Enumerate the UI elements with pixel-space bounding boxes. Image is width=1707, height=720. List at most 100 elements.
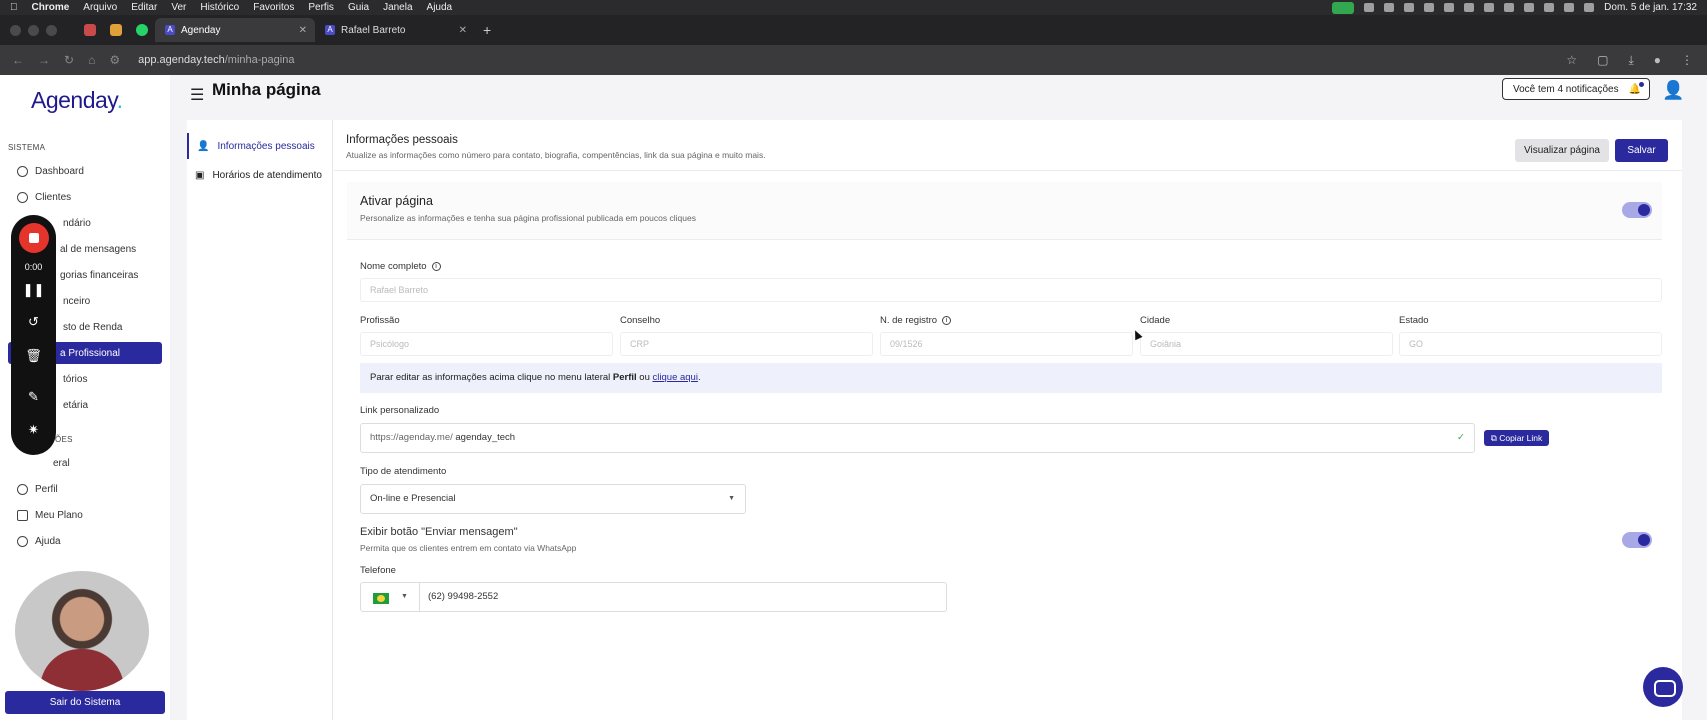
country-chevron-icon[interactable]: ▼	[401, 583, 408, 611]
agenday-app: Agenday. SISTEMA Dashboard Clientes ndár…	[0, 75, 1707, 720]
name-field[interactable]: Rafael Barreto	[360, 278, 1662, 302]
url-domain: app.agenday.tech	[138, 54, 225, 66]
link-label: Link personalizado	[360, 405, 440, 416]
restart-icon[interactable]: ↺	[11, 314, 56, 330]
state-field[interactable]: GO	[1399, 332, 1662, 356]
message-button-toggle[interactable]	[1622, 532, 1652, 548]
close-tab-icon[interactable]: ✕	[459, 25, 467, 36]
volume-icon[interactable]	[1564, 3, 1575, 12]
tab-agenday[interactable]: A Agenday ✕	[155, 18, 315, 42]
brazil-flag-icon[interactable]	[373, 593, 389, 604]
subnav-informacoes-pessoais[interactable]: 👤 Informações pessoais	[187, 133, 333, 159]
registry-field[interactable]: 09/1526	[880, 332, 1133, 356]
sidebar-item-dashboard[interactable]: Dashboard	[8, 160, 162, 182]
close-tab-icon[interactable]: ✕	[299, 25, 307, 36]
bluetooth-icon[interactable]	[1484, 3, 1495, 12]
reload-icon[interactable]: ↻	[64, 53, 74, 67]
home-icon[interactable]: ⌂	[88, 53, 95, 67]
apple-icon[interactable]: 	[10, 2, 18, 13]
logo-text: Agenday	[31, 87, 117, 113]
display-icon[interactable]	[1544, 3, 1555, 12]
user-account-icon[interactable]: 👤	[1662, 80, 1684, 101]
pinned-tab-calendar[interactable]	[77, 18, 103, 42]
close-window-button[interactable]	[10, 24, 21, 36]
subnav-label: Horários de atendimento	[212, 169, 322, 181]
browser-menu-icon[interactable]: ⋮	[1681, 53, 1693, 68]
url-field[interactable]: app.agenday.tech/minha-pagina	[138, 54, 294, 66]
menu-item-arquivo[interactable]: Arquivo	[83, 2, 117, 13]
subnav-horarios-atendimento[interactable]: ▣ Horários de atendimento	[187, 162, 333, 188]
extensions-icon[interactable]: ▢	[1597, 53, 1608, 68]
pinned-tab-whatsapp[interactable]	[129, 18, 155, 42]
stop-recording-button[interactable]	[19, 223, 49, 253]
chat-support-button[interactable]	[1643, 667, 1683, 707]
search-icon[interactable]	[1504, 3, 1515, 12]
sidebar-item-perfil[interactable]: Perfil	[8, 478, 162, 500]
message-button-subtitle: Permita que os clientes entrem em contat…	[360, 543, 577, 553]
zoom-window-button[interactable]	[46, 24, 57, 36]
subnav-label: Informações pessoais	[217, 140, 315, 152]
new-tab-button[interactable]: +	[483, 22, 491, 38]
menu-item-janela[interactable]: Janela	[383, 2, 412, 13]
divider	[334, 170, 1682, 171]
activate-page-toggle[interactable]	[1622, 202, 1652, 218]
sidebar-item-clientes[interactable]: Clientes	[8, 186, 162, 208]
pinned-tab-slack[interactable]	[103, 18, 129, 42]
section-title-sistema: SISTEMA	[8, 143, 46, 152]
pen-icon[interactable]: ✎	[11, 389, 56, 405]
click-here-link[interactable]: clique aqui	[653, 372, 698, 383]
status-icon[interactable]	[1384, 3, 1395, 12]
agenday-logo[interactable]: Agenday.	[31, 87, 123, 114]
site-settings-icon[interactable]: ⚙	[109, 53, 120, 67]
notifications-button[interactable]: Você tem 4 notificações 🔔	[1502, 78, 1650, 100]
menu-item-perfis[interactable]: Perfis	[308, 2, 334, 13]
bookmark-star-icon[interactable]: ☆	[1566, 53, 1577, 68]
pause-icon[interactable]: ❚❚	[11, 282, 56, 298]
sidebar-item-label: Clientes	[35, 191, 72, 203]
menu-item-historico[interactable]: Histórico	[200, 2, 239, 13]
menubar-clock[interactable]: Dom. 5 de jan. 17:32	[1604, 2, 1697, 13]
view-page-button[interactable]: Visualizar página	[1515, 139, 1609, 162]
effects-icon[interactable]: ✷	[11, 422, 56, 438]
logout-button[interactable]: Sair do Sistema	[5, 691, 165, 714]
service-type-select[interactable]: On-line e Presencial ▼	[360, 484, 746, 514]
menu-app-name[interactable]: Chrome	[32, 2, 70, 13]
forward-icon[interactable]: →	[38, 53, 50, 67]
menu-item-editar[interactable]: Editar	[131, 2, 157, 13]
city-field[interactable]: Goiânia	[1140, 332, 1393, 356]
wifi-icon[interactable]	[1524, 3, 1535, 12]
save-button[interactable]: Salvar	[1615, 139, 1668, 162]
menu-item-ver[interactable]: Ver	[171, 2, 186, 13]
info-icon[interactable]: i	[431, 261, 441, 271]
copy-link-button[interactable]: ⧉ Copiar Link	[1484, 430, 1549, 446]
download-icon[interactable]: ⤓	[1628, 53, 1633, 68]
registry-label: N. de registro i	[880, 315, 952, 326]
sidebar-item-geral[interactable]: eral	[8, 452, 162, 474]
custom-link-field[interactable]: https://agenday.me/ agenday_tech ✓	[360, 423, 1475, 453]
control-center-icon[interactable]	[1584, 3, 1595, 12]
battery-icon[interactable]	[1464, 3, 1475, 12]
profession-field[interactable]: Psicólogo	[360, 332, 613, 356]
audio-icon[interactable]	[1364, 3, 1375, 12]
menu-item-favoritos[interactable]: Favoritos	[253, 2, 294, 13]
sidebar-item-label: Dashboard	[35, 165, 84, 177]
sidebar-item-label: sto de Renda	[63, 321, 123, 333]
phone-field[interactable]: ▼ (62) 99498-2552	[360, 582, 947, 612]
gear-icon[interactable]	[1404, 3, 1415, 12]
back-icon[interactable]: ←	[12, 53, 24, 67]
menu-item-guia[interactable]: Guia	[348, 2, 369, 13]
sidebar-item-ajuda[interactable]: Ajuda	[8, 530, 162, 552]
sidebar-item-meu-plano[interactable]: Meu Plano	[8, 504, 162, 526]
profile-icon[interactable]: ●	[1654, 53, 1661, 68]
hamburger-menu-icon[interactable]: ☰	[190, 85, 204, 105]
shield-icon[interactable]	[1424, 3, 1435, 12]
facetime-icon[interactable]	[1332, 1, 1355, 14]
menu-item-ajuda[interactable]: Ajuda	[427, 2, 453, 13]
info-icon[interactable]: i	[942, 315, 952, 325]
trash-icon[interactable]: 🗑	[11, 348, 56, 364]
person-icon: 👤	[197, 140, 210, 152]
tab-rafael-barreto[interactable]: A Rafael Barreto ✕	[315, 18, 475, 42]
window-icon[interactable]	[1444, 3, 1455, 12]
minimize-window-button[interactable]	[28, 24, 39, 36]
council-field[interactable]: CRP	[620, 332, 873, 356]
